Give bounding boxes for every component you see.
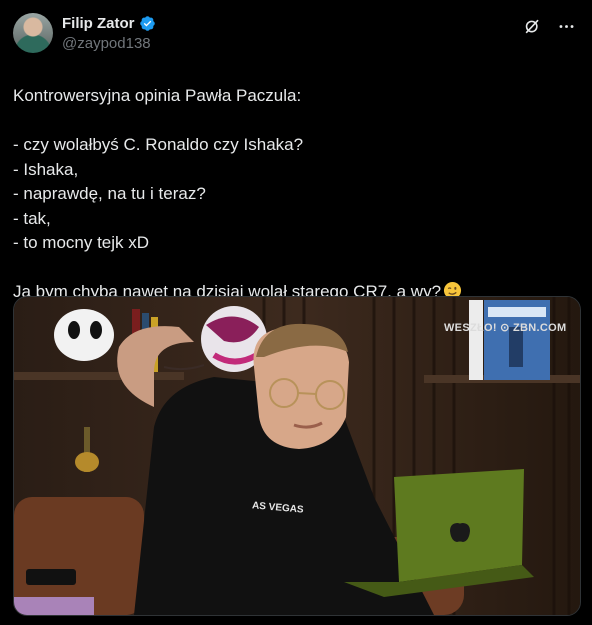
phone <box>26 569 76 585</box>
tweet-text: Kontrowersyjna opinia Pawła Paczula: - c… <box>13 84 573 305</box>
tweet-line: - naprawdę, na tu i teraz? <box>13 184 206 203</box>
author-name[interactable]: Filip Zator <box>62 15 135 32</box>
tweet-line: - czy wolałbyś C. Ronaldo czy Ishaka? <box>13 135 304 154</box>
tweet-line: - tak, <box>13 208 51 228</box>
author-handle[interactable]: @zaypod138 <box>62 35 156 52</box>
tweet-line <box>13 256 573 281</box>
grok-icon[interactable] <box>521 15 543 37</box>
tweet-header: Filip Zator @zaypod138 <box>13 13 579 55</box>
author-block: Filip Zator @zaypod138 <box>62 15 156 52</box>
avatar[interactable] <box>13 13 53 53</box>
tweet-line: - to mocny tejk xD <box>13 233 150 252</box>
name-row: Filip Zator <box>62 15 156 32</box>
tweet-line <box>13 109 573 134</box>
video-frame: WESZŁO! ⊙ ZBN.COM AS VEGAS <box>14 297 580 615</box>
tweet-line: - Ishaka, <box>13 159 79 179</box>
more-icon[interactable] <box>555 15 577 37</box>
header-actions <box>521 15 577 37</box>
plush-toy <box>54 309 114 361</box>
tweet-media[interactable]: WESZŁO! ⊙ ZBN.COM AS VEGAS <box>13 296 581 616</box>
tweet-line: Kontrowersyjna opinia Pawła Paczula: <box>13 86 302 105</box>
verified-badge-icon <box>139 15 156 32</box>
video-watermark: WESZŁO! ⊙ ZBN.COM <box>444 322 566 334</box>
